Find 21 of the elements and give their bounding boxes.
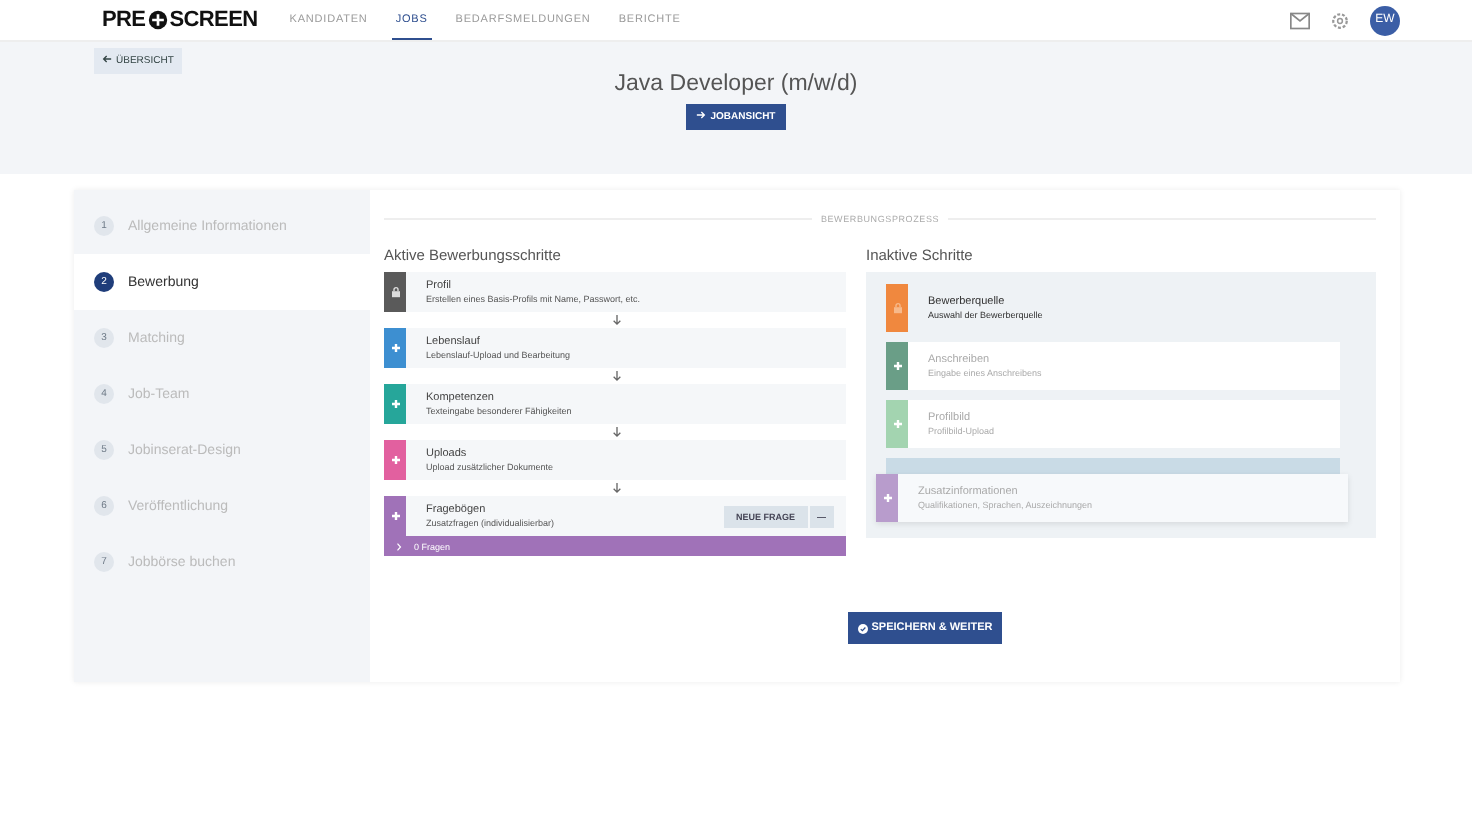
arrow-down-icon: [612, 482, 622, 494]
arrow-left-icon: [102, 54, 112, 64]
plus-icon: [891, 418, 903, 430]
plus-icon: [389, 510, 401, 522]
plus-icon: [881, 492, 893, 504]
arrow-down-icon: [612, 426, 622, 438]
arrow-down-icon: [612, 314, 622, 326]
arrow-right-icon: [696, 110, 707, 120]
plus-icon: [389, 342, 401, 354]
mail-icon[interactable]: [1290, 11, 1310, 29]
chevron-icon: [396, 541, 402, 551]
lock-icon: [891, 302, 903, 314]
plus-icon: [389, 398, 401, 410]
plus-icon: [891, 360, 903, 372]
check-circle-icon: [857, 623, 868, 633]
job-title: Java Developer (m/w/d): [614, 72, 858, 96]
settings-icon[interactable]: [1330, 11, 1350, 29]
plus-icon: [389, 454, 401, 466]
arrow-down-icon: [612, 370, 622, 382]
logo[interactable]: PRE SCREEN: [102, 8, 258, 32]
lock-icon: [389, 286, 401, 298]
